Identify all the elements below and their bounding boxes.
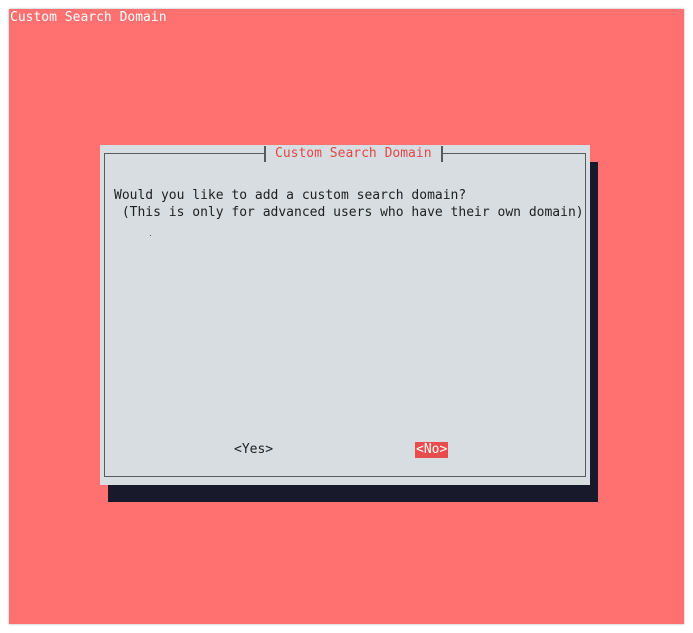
- no-button[interactable]: <No>: [415, 442, 449, 458]
- dialog-box: Custom Search Domain Would you like to a…: [100, 145, 590, 485]
- dialog-message-line2: (This is only for advanced users who hav…: [114, 205, 584, 220]
- dialog-message-line1: Would you like to add a custom search do…: [114, 188, 467, 203]
- cursor-dot: [150, 235, 151, 236]
- terminal-window: Custom Search Domain Custom Search Domai…: [9, 9, 684, 624]
- dialog-title: Custom Search Domain: [264, 146, 443, 162]
- backtitle: Custom Search Domain: [10, 10, 167, 25]
- yes-button[interactable]: <Yes>: [233, 442, 274, 458]
